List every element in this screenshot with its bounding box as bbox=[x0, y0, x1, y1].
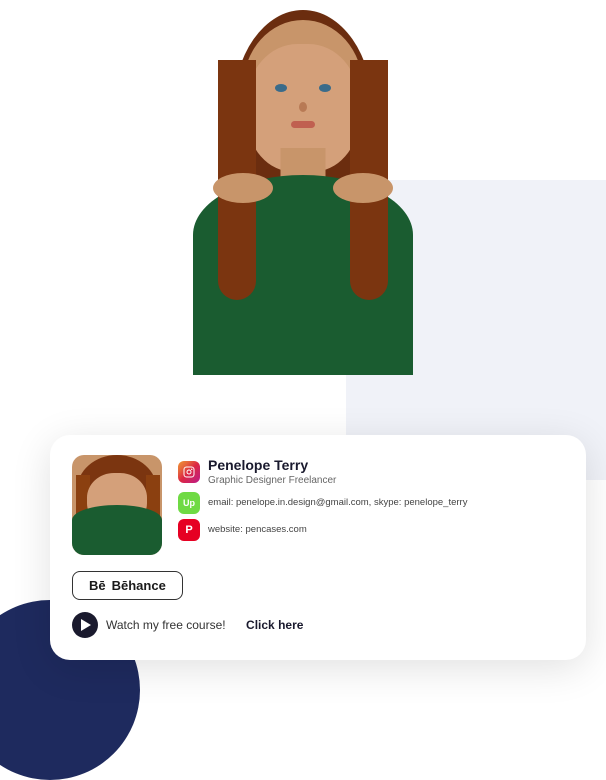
card-email-skype: email: penelope.in.design@gmail.com, sky… bbox=[208, 497, 467, 509]
card-avatar bbox=[72, 455, 162, 555]
upwork-icon[interactable]: Up bbox=[178, 492, 200, 514]
card-website-row: P website: pencases.com bbox=[178, 519, 564, 541]
card-name: Penelope Terry bbox=[208, 457, 336, 474]
pinterest-label: P bbox=[185, 524, 192, 536]
pinterest-icon[interactable]: P bbox=[178, 519, 200, 541]
person-lips bbox=[291, 121, 315, 128]
profile-card: Penelope Terry Graphic Designer Freelanc… bbox=[50, 435, 586, 660]
behance-button[interactable]: Bē Bēhance bbox=[72, 571, 183, 600]
card-contact-row: Up email: penelope.in.design@gmail.com, … bbox=[178, 492, 564, 514]
person-shoulder-right bbox=[333, 173, 393, 203]
card-info: Penelope Terry Graphic Designer Freelanc… bbox=[178, 455, 564, 541]
card-website: website: pencases.com bbox=[208, 524, 307, 536]
person-silhouette bbox=[113, 0, 493, 480]
person-shoulder-left bbox=[213, 173, 273, 203]
card-avatar-body bbox=[72, 505, 162, 555]
behance-label: Bēhance bbox=[112, 578, 166, 593]
card-info-rows: Penelope Terry Graphic Designer Freelanc… bbox=[178, 457, 564, 541]
behance-logo: Bē bbox=[89, 578, 106, 593]
card-name-row: Penelope Terry Graphic Designer Freelanc… bbox=[178, 457, 564, 487]
person-eye-left bbox=[275, 84, 287, 92]
upwork-label: Up bbox=[183, 498, 195, 508]
name-title: Penelope Terry Graphic Designer Freelanc… bbox=[208, 457, 336, 487]
person-nose bbox=[299, 102, 307, 112]
person-photo-area bbox=[0, 0, 606, 480]
play-triangle bbox=[81, 619, 91, 631]
card-container: Penelope Terry Graphic Designer Freelanc… bbox=[50, 435, 586, 660]
play-icon[interactable] bbox=[72, 612, 98, 638]
click-here-link[interactable]: Click here bbox=[246, 618, 303, 632]
card-top: Penelope Terry Graphic Designer Freelanc… bbox=[72, 455, 564, 555]
watch-text: Watch my free course! bbox=[106, 618, 226, 632]
instagram-icon[interactable] bbox=[178, 461, 200, 483]
person-eye-right bbox=[319, 84, 331, 92]
watch-row: Watch my free course! Click here bbox=[72, 612, 564, 638]
card-role: Graphic Designer Freelancer bbox=[208, 474, 336, 487]
person-head bbox=[243, 20, 363, 155]
